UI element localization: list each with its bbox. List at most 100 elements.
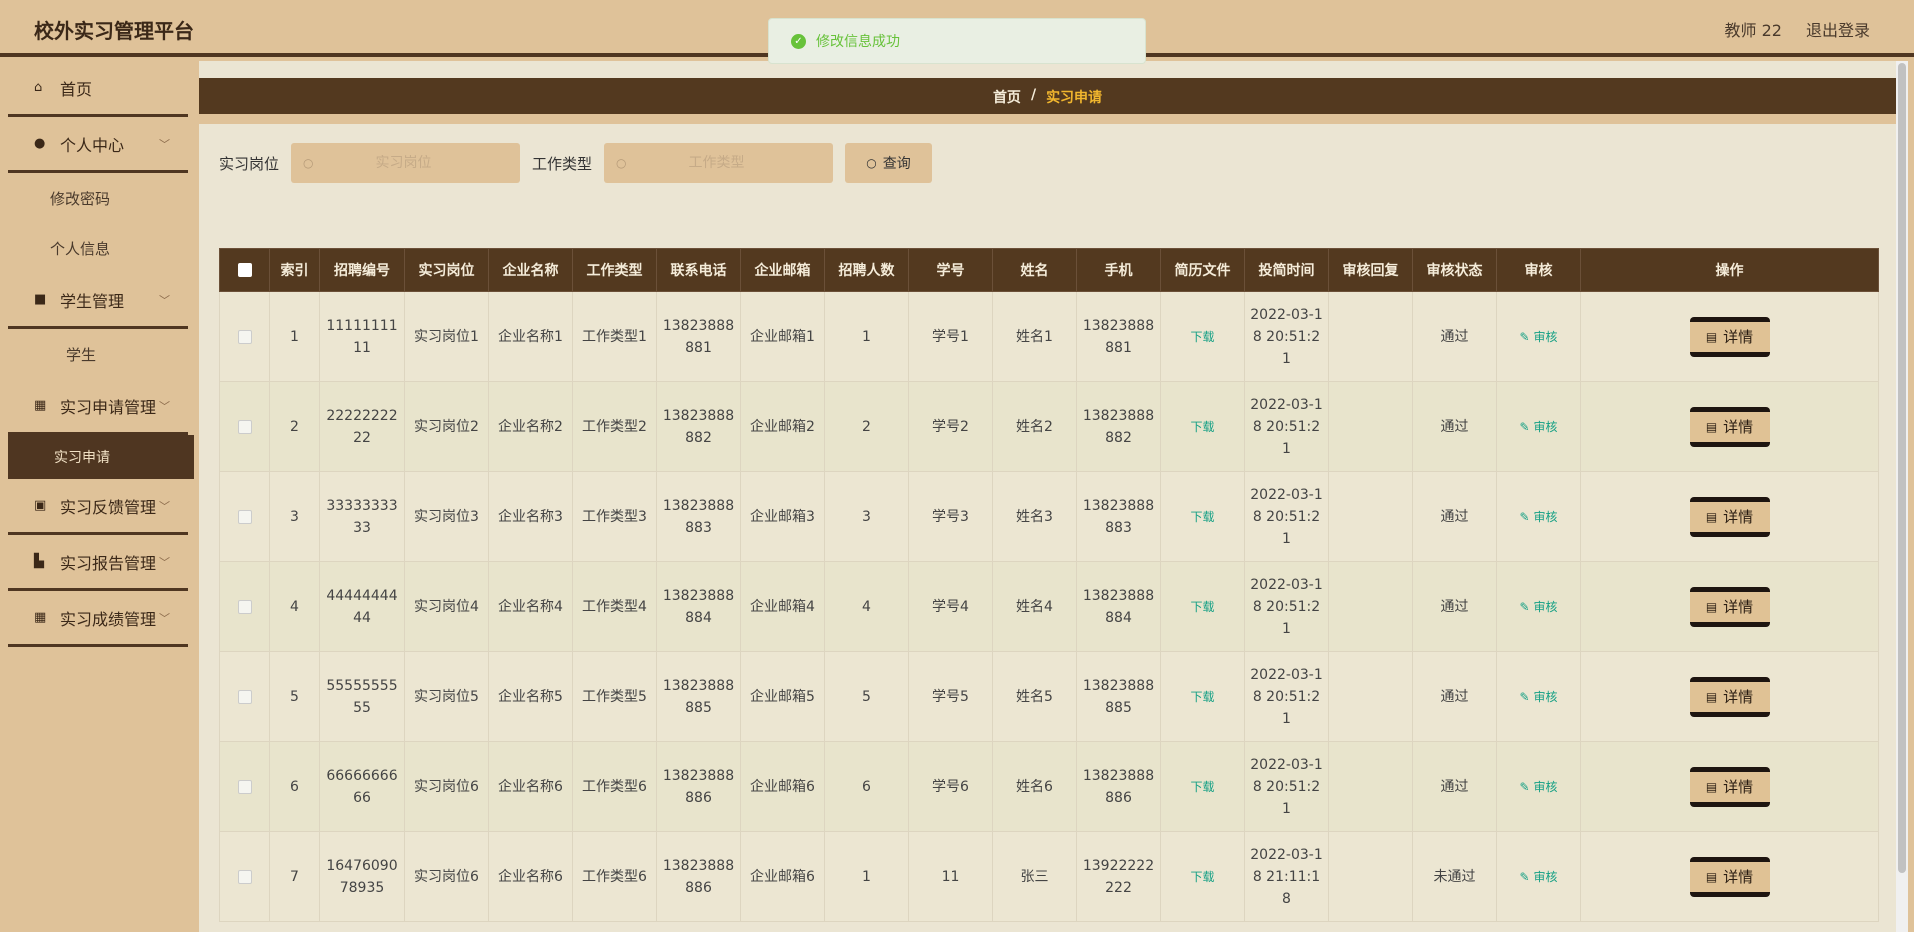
row-select-cell[interactable] — [219, 561, 270, 652]
cell-audit-status: 通过 — [1412, 741, 1497, 832]
user-area: 教师 22 退出登录 — [1725, 17, 1870, 41]
detail-button[interactable]: ▤ 详情 — [1689, 406, 1770, 447]
column-header[interactable]: 简历文件 — [1160, 248, 1245, 292]
scrollbar-thumb[interactable] — [1898, 63, 1906, 873]
detail-button[interactable]: ▤ 详情 — [1689, 766, 1770, 807]
audit-link[interactable]: ✎ 审核 — [1519, 510, 1557, 524]
select-all-checkbox[interactable] — [237, 263, 252, 277]
search-icon: ○ — [866, 156, 877, 170]
sidebar-item-score-mgmt[interactable]: ▦ 实习成绩管理 ﹀ — [8, 591, 188, 647]
audit-link[interactable]: ✎ 审核 — [1519, 330, 1557, 344]
breadcrumb-separator: / — [1030, 87, 1037, 103]
table-row[interactable]: 7 1647609078935 实习岗位6 企业名称6 工作类型6 13823888886… — [219, 831, 1879, 922]
cell-mobile: 13823888885 — [1076, 651, 1161, 742]
cell-phone: 13823888883 — [656, 471, 741, 562]
detail-button[interactable]: ▤ 详情 — [1689, 316, 1770, 357]
sidebar-item-feedback-mgmt[interactable]: ▣ 实习反馈管理 ﹀ — [8, 479, 188, 535]
row-select-cell[interactable] — [219, 381, 270, 472]
download-link[interactable]: 下载 — [1190, 690, 1214, 704]
breadcrumb-home[interactable]: 首页 — [993, 87, 1021, 107]
select-all-header[interactable] — [219, 248, 270, 292]
column-header[interactable]: 姓名 — [992, 248, 1077, 292]
column-header[interactable]: 企业名称 — [488, 248, 573, 292]
column-header[interactable]: 审核状态 — [1412, 248, 1497, 292]
position-search-box: ○ — [291, 143, 521, 183]
row-checkbox[interactable] — [237, 779, 252, 794]
row-checkbox[interactable] — [237, 329, 252, 344]
column-header[interactable]: 索引 — [269, 248, 320, 292]
sidebar-item-report-mgmt[interactable]: ▙ 实习报告管理 ﹀ — [8, 535, 188, 591]
edit-icon: ✎ — [1519, 779, 1530, 794]
worktype-search-input[interactable] — [626, 155, 807, 171]
column-header[interactable]: 投简时间 — [1244, 248, 1329, 292]
cell-count: 5 — [824, 651, 909, 742]
column-header[interactable]: 招聘编号 — [319, 248, 405, 292]
user-name: 教师 22 — [1724, 21, 1782, 40]
sidebar-item-apply[interactable]: 实习申请 — [8, 435, 194, 479]
cell-submit-time: 2022-03-18 20:51:21 — [1244, 291, 1329, 382]
cell-position: 实习岗位5 — [404, 651, 489, 742]
row-select-cell[interactable] — [219, 831, 270, 922]
table-row[interactable]: 1 1111111111 实习岗位1 企业名称1 工作类型1 13823888881 企业邮… — [219, 291, 1879, 382]
detail-button[interactable]: ▤ 详情 — [1689, 856, 1770, 897]
sidebar-item-change-password[interactable]: 修改密码 — [0, 173, 196, 223]
column-header[interactable]: 审核 — [1496, 248, 1581, 292]
cell-audit: ✎ 审核 — [1496, 291, 1581, 382]
cell-audit-status: 通过 — [1412, 561, 1497, 652]
row-select-cell[interactable] — [219, 651, 270, 742]
table-row[interactable]: 2 2222222222 实习岗位2 企业名称2 工作类型2 13823888882 企业邮… — [219, 381, 1879, 472]
column-header[interactable]: 手机 — [1076, 248, 1161, 292]
column-header[interactable]: 审核回复 — [1328, 248, 1413, 292]
sidebar-item-student-mgmt[interactable]: ■ 学生管理 ﹀ — [8, 273, 188, 329]
detail-button[interactable]: ▤ 详情 — [1689, 676, 1770, 717]
audit-link[interactable]: ✎ 审核 — [1519, 420, 1557, 434]
download-link[interactable]: 下载 — [1190, 600, 1214, 614]
table-row[interactable]: 4 4444444444 实习岗位4 企业名称4 工作类型4 13823888884 企业邮… — [219, 561, 1879, 652]
sidebar-item-home[interactable]: ⌂ 首页 — [8, 61, 188, 117]
row-select-cell[interactable] — [219, 741, 270, 832]
row-checkbox[interactable] — [237, 599, 252, 614]
column-header[interactable]: 企业邮箱 — [740, 248, 825, 292]
audit-link[interactable]: ✎ 审核 — [1519, 600, 1557, 614]
edit-icon: ✎ — [1519, 599, 1530, 614]
table-row[interactable]: 3 3333333333 实习岗位3 企业名称3 工作类型3 13823888883 企业邮… — [219, 471, 1879, 562]
column-header[interactable]: 联系电话 — [656, 248, 741, 292]
download-link[interactable]: 下载 — [1190, 780, 1214, 794]
user-icon: ● — [34, 136, 46, 151]
sidebar-item-apply-mgmt[interactable]: ▦ 实习申请管理 ﹀ — [8, 379, 188, 435]
cell-audit: ✎ 审核 — [1496, 471, 1581, 562]
detail-button[interactable]: ▤ 详情 — [1689, 496, 1770, 537]
row-checkbox[interactable] — [237, 509, 252, 524]
cell-mobile: 13823888883 — [1076, 471, 1161, 562]
row-checkbox[interactable] — [237, 869, 252, 884]
grid-icon: ▦ — [34, 398, 47, 413]
logout-link[interactable]: 退出登录 — [1806, 17, 1870, 41]
row-checkbox[interactable] — [237, 689, 252, 704]
audit-link[interactable]: ✎ 审核 — [1519, 690, 1557, 704]
download-link[interactable]: 下载 — [1190, 510, 1214, 524]
column-header[interactable]: 实习岗位 — [404, 248, 489, 292]
column-header[interactable]: 学号 — [908, 248, 993, 292]
row-select-cell[interactable] — [219, 471, 270, 562]
sidebar-item-personal-center[interactable]: ● 个人中心 ﹀ — [8, 117, 188, 173]
detail-button[interactable]: ▤ 详情 — [1689, 586, 1770, 627]
sidebar-item-student[interactable]: 学生 — [0, 329, 196, 379]
table-row[interactable]: 5 5555555555 实习岗位5 企业名称5 工作类型5 13823888885 企业邮… — [219, 651, 1879, 742]
query-button[interactable]: ○ 查询 — [845, 143, 933, 183]
sidebar-item-personal-info[interactable]: 个人信息 — [0, 223, 196, 273]
audit-link[interactable]: ✎ 审核 — [1519, 780, 1557, 794]
column-header[interactable]: 工作类型 — [572, 248, 657, 292]
row-checkbox[interactable] — [237, 419, 252, 434]
column-header[interactable]: 招聘人数 — [824, 248, 909, 292]
vertical-scrollbar[interactable] — [1896, 61, 1908, 932]
download-link[interactable]: 下载 — [1190, 420, 1214, 434]
row-select-cell[interactable] — [219, 291, 270, 382]
audit-link[interactable]: ✎ 审核 — [1519, 870, 1557, 884]
detail-label: 详情 — [1723, 507, 1754, 526]
download-link[interactable]: 下载 — [1190, 330, 1214, 344]
cell-index: 5 — [269, 651, 320, 742]
audit-label: 审核 — [1533, 869, 1558, 884]
position-search-input[interactable] — [313, 155, 494, 171]
download-link[interactable]: 下载 — [1190, 870, 1214, 884]
table-row[interactable]: 6 6666666666 实习岗位6 企业名称6 工作类型6 13823888886 企业邮… — [219, 741, 1879, 832]
